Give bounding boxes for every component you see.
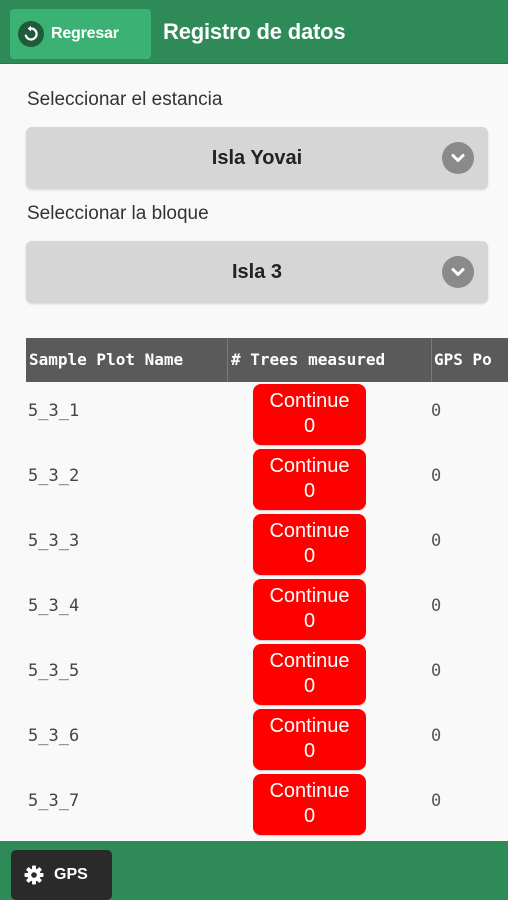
continue-button[interactable]: Continue 0 <box>253 644 366 705</box>
column-header-gps: GPS Po <box>434 350 492 369</box>
gps-button-label: GPS <box>54 866 88 883</box>
back-button-label: Regresar <box>51 25 119 42</box>
gps-points-cell: 0 <box>431 726 442 746</box>
bloque-selected-value: Isla 3 <box>231 260 283 283</box>
trees-count: 0 <box>303 805 316 827</box>
table-row: 5_3_6 Continue 0 0 <box>0 707 508 772</box>
continue-button-label: Continue <box>269 455 350 477</box>
table-row: 5_3_2 Continue 0 0 <box>0 447 508 512</box>
bloque-select[interactable]: Isla 3 <box>26 241 488 303</box>
chevron-down-icon <box>442 256 474 288</box>
continue-button[interactable]: Continue 0 <box>253 514 366 575</box>
trees-count: 0 <box>303 610 316 632</box>
trees-count: 0 <box>303 545 316 567</box>
continue-button-label: Continue <box>269 650 350 672</box>
continue-button[interactable]: Continue 0 <box>253 449 366 510</box>
plot-name-cell: 5_3_2 <box>28 466 80 486</box>
back-button[interactable]: Regresar <box>10 9 151 59</box>
continue-button-label: Continue <box>269 390 350 412</box>
continue-button-label: Continue <box>269 520 350 542</box>
gps-points-cell: 0 <box>431 661 442 681</box>
gps-points-cell: 0 <box>431 466 442 486</box>
trees-count: 0 <box>303 675 316 697</box>
column-divider <box>431 338 432 382</box>
app-footer: GPS <box>0 841 508 900</box>
back-arrow-icon <box>18 21 44 47</box>
continue-button-label: Continue <box>269 780 350 802</box>
continue-button[interactable]: Continue 0 <box>253 709 366 770</box>
continue-button[interactable]: Continue 0 <box>253 774 366 835</box>
plot-name-cell: 5_3_1 <box>28 401 80 421</box>
trees-count: 0 <box>303 480 316 502</box>
continue-button[interactable]: Continue 0 <box>253 579 366 640</box>
column-header-plot-name: Sample Plot Name <box>29 350 184 369</box>
table-row: 5_3_4 Continue 0 0 <box>0 577 508 642</box>
estancia-selected-value: Isla Yovai <box>211 146 303 169</box>
plot-name-cell: 5_3_6 <box>28 726 80 746</box>
table-row: 5_3_5 Continue 0 0 <box>0 642 508 707</box>
table-row: 5_3_7 Continue 0 0 <box>0 772 508 837</box>
continue-button-label: Continue <box>269 715 350 737</box>
app-header: Regresar Registro de datos <box>0 0 508 64</box>
chevron-down-icon <box>442 142 474 174</box>
gps-points-cell: 0 <box>431 401 442 421</box>
plot-name-cell: 5_3_7 <box>28 791 80 811</box>
plot-name-cell: 5_3_5 <box>28 661 80 681</box>
gear-icon <box>23 864 45 886</box>
gps-points-cell: 0 <box>431 531 442 551</box>
gps-button[interactable]: GPS <box>11 850 112 900</box>
plot-name-cell: 5_3_4 <box>28 596 80 616</box>
table-row: 5_3_3 Continue 0 0 <box>0 512 508 577</box>
trees-count: 0 <box>303 415 316 437</box>
page-title: Registro de datos <box>163 19 346 44</box>
trees-count: 0 <box>303 740 316 762</box>
plots-table-header: Sample Plot Name # Trees measured GPS Po <box>26 338 508 382</box>
estancia-select[interactable]: Isla Yovai <box>26 127 488 189</box>
continue-button-label: Continue <box>269 585 350 607</box>
table-row: 5_3_1 Continue 0 0 <box>0 382 508 447</box>
bloque-label: Seleccionar la bloque <box>27 203 209 224</box>
estancia-label: Seleccionar el estancia <box>27 89 223 110</box>
gps-points-cell: 0 <box>431 791 442 811</box>
plot-name-cell: 5_3_3 <box>28 531 80 551</box>
continue-button[interactable]: Continue 0 <box>253 384 366 445</box>
gps-points-cell: 0 <box>431 596 442 616</box>
column-divider <box>227 338 228 382</box>
column-header-trees-measured: # Trees measured <box>231 350 386 369</box>
